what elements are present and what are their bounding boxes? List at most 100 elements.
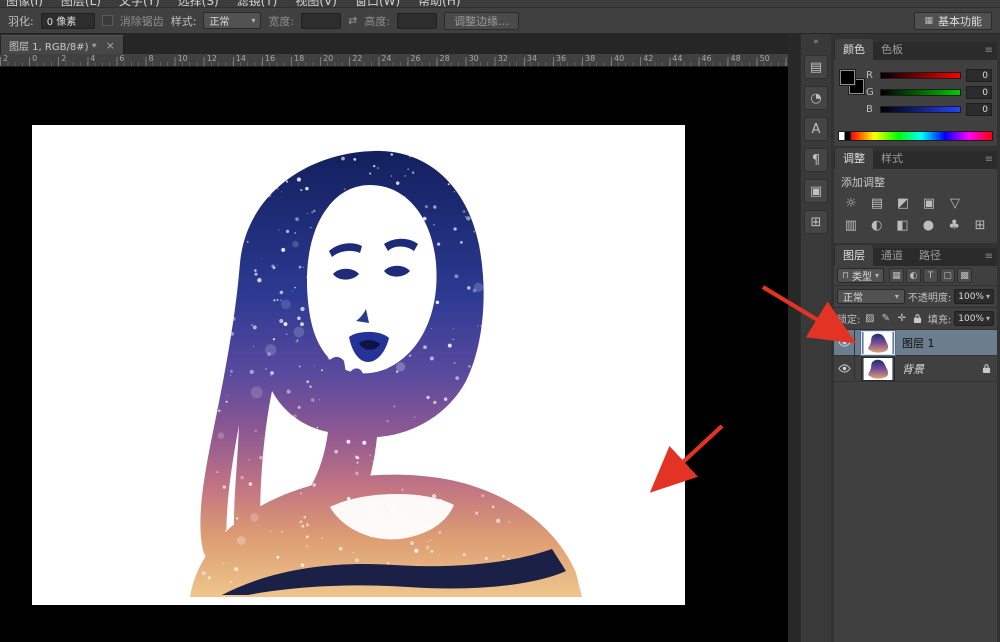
green-value-input[interactable]: 0 [966, 86, 992, 99]
lock-pixels-icon[interactable]: ✎ [879, 312, 892, 326]
ruler-label: 8 [149, 54, 154, 63]
width-label: 宽度: [268, 13, 294, 29]
layers-tab-1[interactable]: 图层 [835, 245, 873, 266]
lock-all-icon[interactable] [911, 312, 924, 326]
workspace-switcher-button[interactable]: ▦ 基本功能 [914, 12, 992, 30]
color-tab-2[interactable]: 色板 [873, 39, 911, 60]
document-tab-title: 图层 1, RGB/8#) * [9, 38, 97, 53]
info-panel-icon[interactable]: ⊞ [804, 210, 828, 234]
red-slider-track[interactable] [880, 72, 961, 79]
layers-tab-3[interactable]: 路径 [911, 245, 949, 266]
blue-slider-track[interactable] [880, 106, 961, 113]
layer-filter-kind-dropdown[interactable]: ⊓ 类型 [837, 268, 884, 283]
brightness-contrast-icon[interactable]: ☼ [841, 195, 861, 212]
menu-item-1[interactable]: 图像(I) [6, 0, 43, 8]
channel-mixer-icon[interactable]: ♣ [944, 217, 964, 234]
photo-filter-icon[interactable]: ● [918, 217, 938, 234]
layer-lock-icon [982, 363, 991, 374]
panel-divider [788, 34, 800, 642]
ruler-label: 34 [527, 54, 537, 63]
color-spectrum-ramp[interactable] [850, 131, 993, 141]
layer-thumbnail[interactable] [861, 357, 895, 381]
spectrum-bw-end[interactable] [838, 131, 850, 141]
foreground-color-swatch[interactable] [840, 70, 855, 85]
height-input[interactable] [397, 13, 437, 29]
layer-name[interactable]: 图层 1 [902, 335, 935, 351]
feather-input[interactable]: 0 像素 [41, 13, 95, 29]
character-panel-icon[interactable]: A [804, 117, 828, 141]
properties-panel-icon[interactable]: ▣ [804, 179, 828, 203]
menu-item-6[interactable]: 视图(V) [295, 0, 337, 8]
ruler-label: 26 [410, 54, 420, 63]
blend-mode-value: 正常 [843, 289, 863, 304]
adjustment-layer-filter-icon[interactable]: ◐ [906, 268, 921, 283]
color-balance-icon[interactable]: ◐ [867, 217, 887, 234]
opacity-value: 100% [958, 292, 984, 302]
panel-dock: ▤ ◔ A ¶ ▣ ⊞ [800, 34, 831, 642]
black-white-icon[interactable]: ◧ [893, 217, 913, 234]
color-tab-1[interactable]: 颜色 [835, 39, 873, 60]
red-value-input[interactable]: 0 [966, 69, 992, 82]
opacity-input[interactable]: 100% [954, 289, 994, 304]
chevron-down-icon [875, 270, 879, 281]
adjustments-panel-menu-icon[interactable] [985, 154, 993, 165]
exposure-icon[interactable]: ▣ [919, 195, 939, 212]
history-panel-icon[interactable]: ▤ [804, 55, 828, 79]
hue-saturation-icon[interactable]: ▥ [841, 217, 861, 234]
adjustments-tab-1[interactable]: 调整 [835, 148, 873, 169]
document-tab-bar: 图层 1, RGB/8#) * × [0, 34, 788, 54]
refine-edge-button[interactable]: 调整边缘… [444, 12, 519, 30]
document-canvas[interactable] [32, 125, 685, 605]
feather-label: 羽化: [8, 13, 34, 29]
ruler-label: 50 [760, 54, 770, 63]
lock-transparency-icon[interactable]: ▨ [863, 312, 876, 326]
menu-item-5[interactable]: 滤镜(T) [237, 0, 278, 8]
style-dropdown[interactable]: 正常 [203, 12, 261, 29]
levels-icon[interactable]: ▤ [867, 195, 887, 212]
close-tab-icon[interactable]: × [106, 39, 115, 52]
color-lookup-icon[interactable]: ⊞ [970, 217, 990, 234]
expand-panels-icon[interactable] [813, 36, 819, 48]
foreground-background-swatches[interactable] [840, 70, 864, 94]
visibility-eye-icon[interactable] [834, 356, 855, 381]
ruler-label: 28 [440, 54, 450, 63]
red-channel-label: R [866, 70, 875, 81]
menu-item-2[interactable]: 图层(L) [61, 0, 101, 8]
layer-name[interactable]: 背景 [902, 361, 924, 377]
chevron-down-icon [251, 15, 255, 26]
width-input[interactable] [301, 13, 341, 29]
layer-row-2[interactable]: 背景 [834, 356, 997, 382]
type-layer-filter-icon[interactable]: T [923, 268, 938, 283]
blend-mode-dropdown[interactable]: 正常 [837, 289, 905, 304]
vibrance-icon[interactable]: ▽ [945, 195, 965, 212]
antialias-checkbox[interactable] [102, 15, 113, 26]
shape-layer-filter-icon[interactable]: ▢ [940, 268, 955, 283]
menu-item-8[interactable]: 帮助(H) [418, 0, 460, 8]
blue-value-input[interactable]: 0 [966, 103, 992, 116]
pixel-layer-filter-icon[interactable]: ▦ [889, 268, 904, 283]
swap-dimensions-icon[interactable]: ⇄ [348, 14, 357, 27]
layer-thumbnail[interactable] [861, 331, 895, 355]
document-tab[interactable]: 图层 1, RGB/8#) * × [1, 35, 124, 54]
color-panel: 颜色色板 R0G0B0 [834, 42, 997, 146]
paragraph-panel-icon[interactable]: ¶ [804, 148, 828, 172]
menu-item-7[interactable]: 窗口(W) [355, 0, 400, 8]
adjustments-tab-2[interactable]: 样式 [873, 148, 911, 169]
chevron-down-icon [986, 314, 990, 324]
visibility-eye-icon[interactable] [834, 330, 855, 355]
adjustments-panel-tabs: 调整样式 [834, 151, 997, 169]
layers-tab-2[interactable]: 通道 [873, 245, 911, 266]
layer-row-1[interactable]: 图层 1 [834, 330, 997, 356]
color-panel-menu-icon[interactable] [985, 45, 993, 56]
ruler-label: 40 [614, 54, 624, 63]
layers-panel-menu-icon[interactable] [985, 251, 993, 262]
smart-object-filter-icon[interactable]: ▩ [957, 268, 972, 283]
green-slider-track[interactable] [880, 89, 961, 96]
menu-item-4[interactable]: 选择(S) [178, 0, 219, 8]
ruler-label: 4 [90, 54, 95, 63]
menu-item-3[interactable]: 文字(Y) [119, 0, 160, 8]
clone-source-panel-icon[interactable]: ◔ [804, 86, 828, 110]
lock-position-icon[interactable]: ✛ [895, 312, 908, 326]
fill-input[interactable]: 100% [954, 311, 994, 326]
curves-icon[interactable]: ◩ [893, 195, 913, 212]
